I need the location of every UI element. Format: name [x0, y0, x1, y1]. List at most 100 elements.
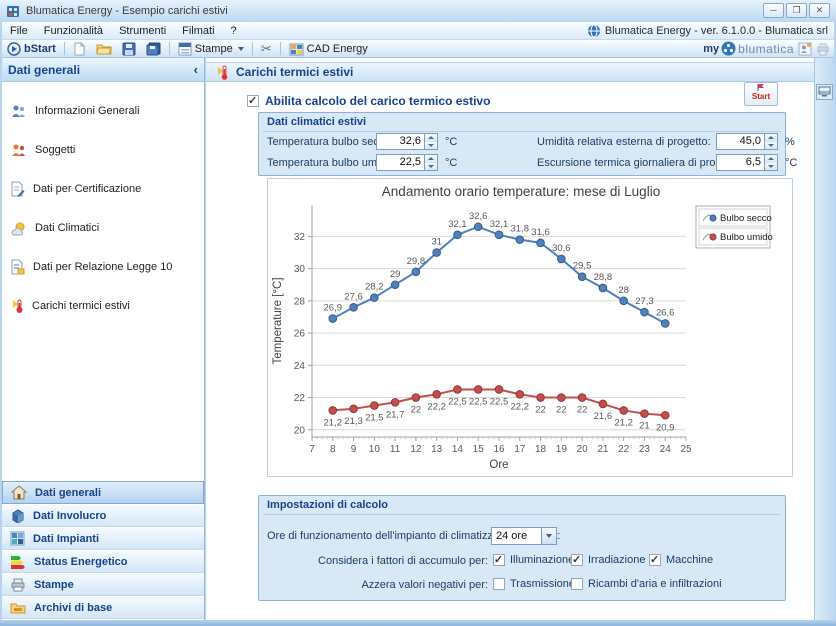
- svg-text:21,2: 21,2: [324, 417, 343, 428]
- sidebar-item-carichi-termici-estivi[interactable]: Carichi termici estivi: [2, 289, 204, 323]
- new-document-button[interactable]: [68, 40, 91, 57]
- save-button[interactable]: [117, 40, 141, 57]
- printer-icon[interactable]: [816, 42, 830, 56]
- checkbox-illuminazione[interactable]: Illuminazione: [493, 554, 574, 566]
- menu-strumenti[interactable]: Strumenti: [111, 25, 174, 37]
- line-chart: Andamento orario temperature: mese di Lu…: [268, 179, 792, 476]
- user-account-icon[interactable]: [798, 42, 812, 56]
- climate-group-title: Dati climatici estivi: [267, 116, 366, 128]
- checkbox-box[interactable]: [247, 95, 259, 107]
- nav-stampe[interactable]: Stampe: [2, 573, 204, 596]
- start-button-label: Start: [745, 92, 777, 101]
- sidebar-item-dati-relazione-legge-10[interactable]: Dati per Relazione Legge 10: [2, 250, 204, 284]
- save-all-button[interactable]: [141, 40, 166, 57]
- input-bulbo-umido[interactable]: 22,5: [376, 154, 438, 171]
- nav-dati-impianti[interactable]: Dati Impianti: [2, 527, 204, 550]
- hours-value: 24 ore: [492, 528, 541, 544]
- spinner-down-icon[interactable]: [425, 142, 437, 150]
- checkbox-trasmissione[interactable]: Trasmissione: [493, 578, 575, 590]
- menu-file[interactable]: File: [2, 25, 36, 37]
- svg-text:21: 21: [597, 444, 609, 455]
- maximize-button[interactable]: ❐: [786, 3, 807, 18]
- building-icon: [10, 508, 25, 523]
- svg-text:8: 8: [330, 444, 336, 455]
- print-report-icon: [178, 42, 192, 56]
- svg-text:Bulbo umido: Bulbo umido: [720, 232, 773, 243]
- checkbox-macchine[interactable]: Macchine: [649, 554, 713, 566]
- menu-help[interactable]: ?: [223, 25, 245, 37]
- sidebar-item-soggetti[interactable]: Soggetti: [2, 133, 204, 167]
- checkbox-box[interactable]: [493, 578, 505, 590]
- spinner-up-icon[interactable]: [425, 155, 437, 163]
- start-calculation-button[interactable]: Start: [744, 82, 778, 106]
- input-escursione[interactable]: 6,5: [716, 154, 778, 171]
- bstart-button[interactable]: bStart: [2, 40, 61, 57]
- checkbox-box[interactable]: [571, 554, 583, 566]
- input-bulbo-secco[interactable]: 32,6: [376, 133, 438, 150]
- my-blumatica-logo[interactable]: my blumatica: [703, 41, 794, 56]
- open-button[interactable]: [91, 40, 117, 57]
- svg-text:22,2: 22,2: [511, 401, 530, 412]
- svg-text:32: 32: [294, 232, 306, 243]
- sidebar-item-label: Soggetti: [35, 144, 75, 156]
- menu-funzionalita[interactable]: Funzionalità: [36, 25, 111, 37]
- svg-text:26,6: 26,6: [656, 307, 675, 318]
- page-title: Carichi termici estivi: [236, 65, 353, 79]
- tools-button[interactable]: ✂: [256, 40, 277, 57]
- spinner-control[interactable]: [764, 134, 777, 149]
- energy-class-icon: [10, 554, 26, 569]
- nav-status-energetico[interactable]: Status Energetico: [2, 550, 204, 573]
- checkbox-box[interactable]: [493, 554, 505, 566]
- spinner-control[interactable]: [424, 134, 437, 149]
- checkbox-box[interactable]: [649, 554, 661, 566]
- close-button[interactable]: ✕: [809, 3, 830, 18]
- spinner-control[interactable]: [424, 155, 437, 170]
- sidebar-item-dati-per-certificazione[interactable]: Dati per Certificazione: [2, 172, 204, 206]
- spinner-down-icon[interactable]: [425, 163, 437, 171]
- main-content: Carichi termici estivi Abilita calcolo d…: [206, 58, 814, 620]
- enable-calculation-checkbox[interactable]: Abilita calcolo del carico termico estiv…: [247, 94, 490, 108]
- collapse-chevron-icon[interactable]: ‹: [194, 62, 198, 77]
- document-plus-icon: [10, 259, 25, 275]
- window-border: [0, 620, 836, 626]
- svg-text:22: 22: [618, 444, 630, 455]
- checkbox-irradiazione[interactable]: Irradiazione: [571, 554, 645, 566]
- svg-text:26: 26: [294, 329, 306, 340]
- spinner-down-icon[interactable]: [765, 142, 777, 150]
- nav-dati-generali[interactable]: Dati generali: [2, 481, 204, 504]
- cad-energy-button[interactable]: CAD Energy: [284, 40, 373, 57]
- spinner-control[interactable]: [764, 155, 777, 170]
- sun-cloud-icon: [10, 221, 27, 236]
- nav-dati-involucro[interactable]: Dati Involucro: [2, 504, 204, 527]
- save-icon: [122, 42, 136, 56]
- sidebar-header-label: Dati generali: [8, 63, 80, 77]
- scissors-icon: ✂: [261, 41, 272, 57]
- checkbox-ricambi-aria[interactable]: Ricambi d'aria e infiltrazioni: [571, 578, 722, 590]
- minimize-button[interactable]: ─: [763, 3, 784, 18]
- checkbox-box[interactable]: [571, 578, 583, 590]
- spinner-up-icon[interactable]: [765, 134, 777, 142]
- spinner-down-icon[interactable]: [765, 163, 777, 171]
- spinner-up-icon[interactable]: [765, 155, 777, 163]
- sidebar-item-dati-climatici[interactable]: Dati Climatici: [2, 211, 204, 245]
- spinner-up-icon[interactable]: [425, 134, 437, 142]
- svg-text:21,3: 21,3: [344, 416, 363, 427]
- svg-text:21,2: 21,2: [614, 417, 633, 428]
- cad-energy-label: CAD Energy: [307, 43, 368, 55]
- menu-filmati[interactable]: Filmati: [174, 25, 222, 37]
- app-window: Blumatica Energy - Esempio carichi estiv…: [0, 0, 836, 626]
- svg-text:21,6: 21,6: [594, 411, 613, 422]
- sidebar-item-informazioni-generali[interactable]: Informazioni Generali: [2, 94, 204, 128]
- svg-text:20: 20: [294, 425, 306, 436]
- input-umidita[interactable]: 45,0: [716, 133, 778, 150]
- stampe-button[interactable]: Stampe: [173, 40, 249, 57]
- hours-dropdown[interactable]: 24 ore: [491, 527, 557, 545]
- monitor-icon: [818, 86, 831, 98]
- divider: [263, 131, 781, 132]
- svg-text:20: 20: [577, 444, 589, 455]
- dropdown-arrow-icon[interactable]: [541, 528, 556, 544]
- settings-group-title: Impostazioni di calcolo: [267, 499, 388, 511]
- thermometer-icon: [10, 298, 24, 314]
- nav-archivi-di-base[interactable]: Archivi di base: [2, 596, 204, 619]
- monitor-panel-button[interactable]: [816, 84, 833, 100]
